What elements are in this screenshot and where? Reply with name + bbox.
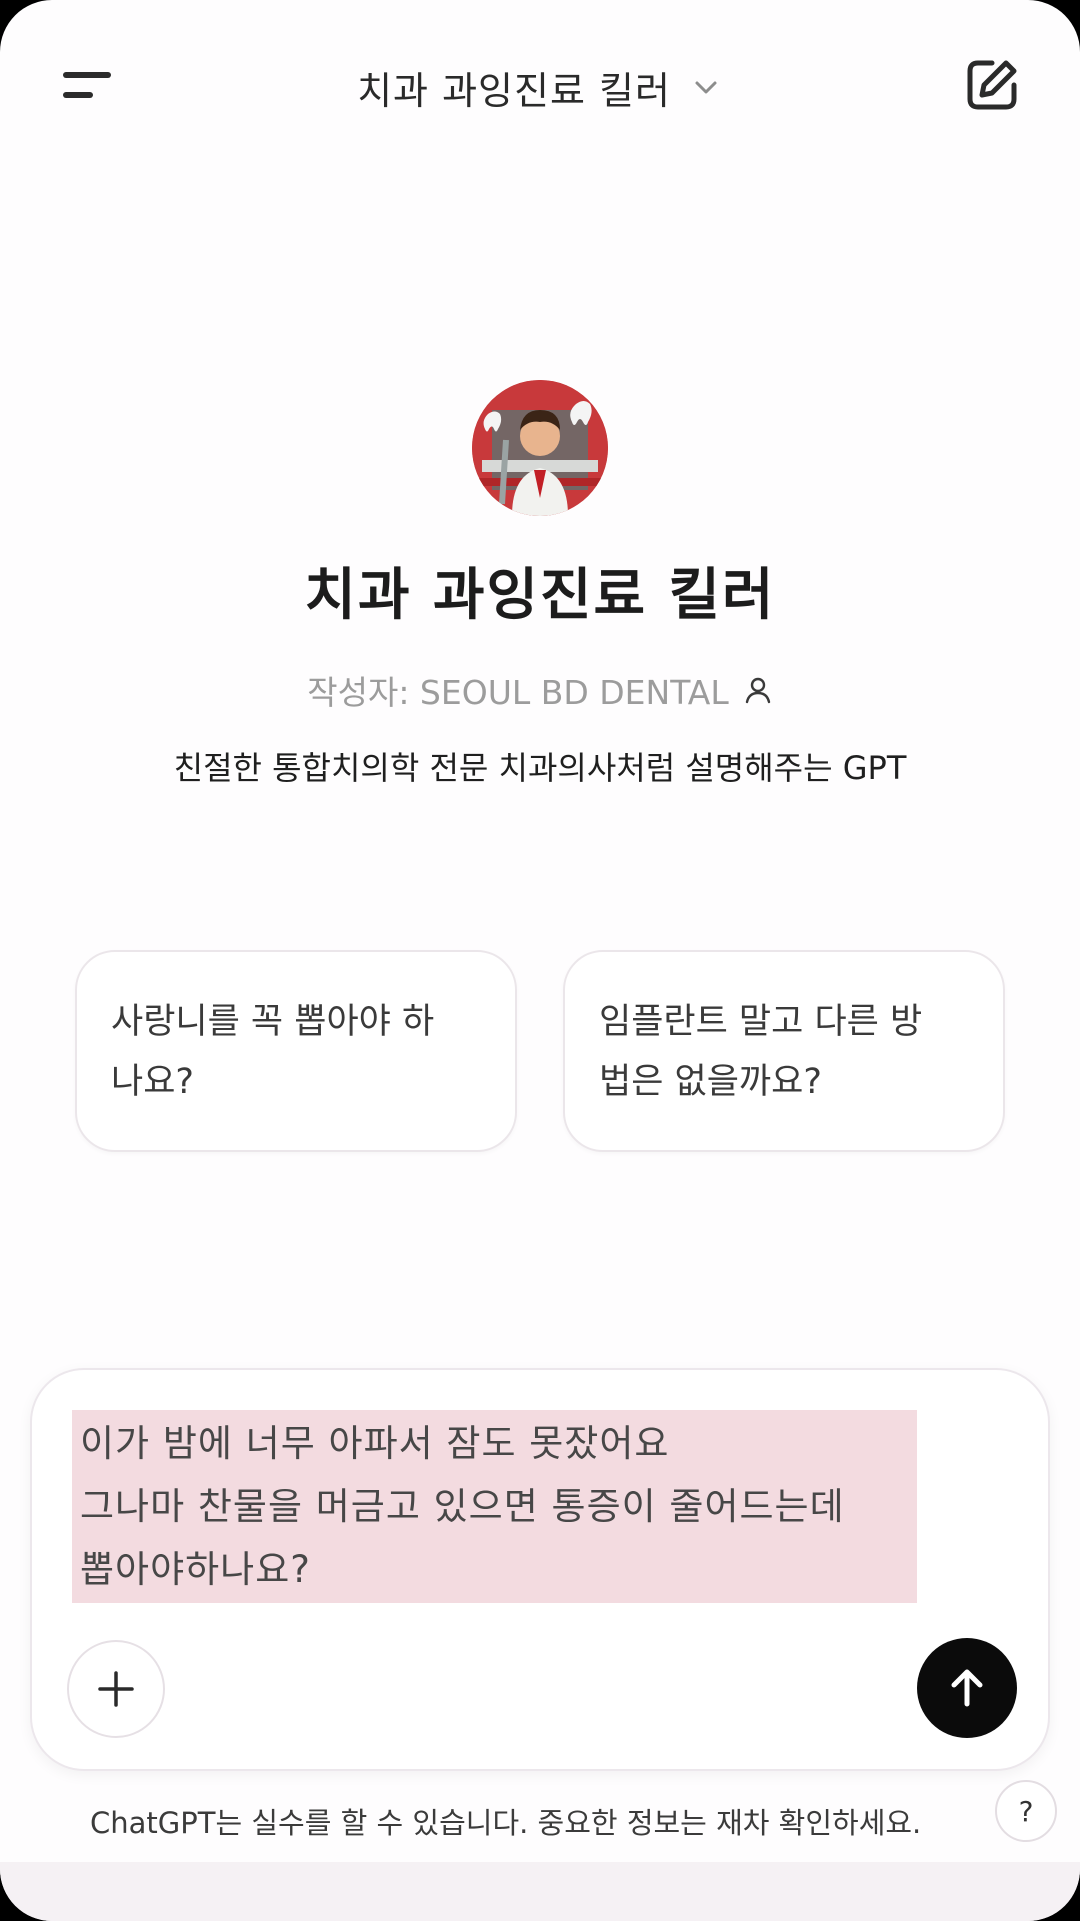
system-bottom-bar	[0, 1862, 1080, 1921]
message-input[interactable]: 이가 밤에 너무 아파서 잠도 못잤어요 그나마 찬물을 머금고 있으면 통증이…	[72, 1410, 917, 1603]
suggestion-line: 나요?	[111, 1062, 194, 1102]
suggestion-line: 사랑니를 꼭 뽑아야 하	[111, 1002, 435, 1042]
suggestion-card[interactable]: 사랑니를 꼭 뽑아야 하 나요?	[75, 950, 517, 1152]
gpt-avatar	[472, 380, 608, 516]
author-row: 작성자: SEOUL BD DENTAL	[0, 665, 1080, 715]
app-screen: 치과 과잉진료 킬러 치과 과잉진료 킬러 작성자: SEOUL BD DENT…	[0, 0, 1080, 1921]
message-composer: 이가 밤에 너무 아파서 잠도 못잤어요 그나마 찬물을 머금고 있으면 통증이…	[30, 1368, 1050, 1771]
help-button[interactable]: ?	[995, 1780, 1057, 1842]
chevron-down-icon	[695, 81, 717, 94]
disclaimer-text: ChatGPT는 실수를 할 수 있습니다. 중요한 정보는 재차 확인하세요.	[90, 1806, 922, 1840]
message-line: 뽑아야하나요?	[80, 1548, 311, 1591]
suggestion-line: 법은 없을까요?	[599, 1062, 822, 1102]
message-line: 그나마 찬물을 머금고 있으면 통증이 줄어드는데	[80, 1485, 845, 1528]
top-bar: 치과 과잉진료 킬러	[0, 0, 1080, 175]
attach-button[interactable]	[67, 1640, 165, 1738]
gpt-title-dropdown[interactable]: 치과 과잉진료 킬러	[0, 55, 1080, 119]
message-line: 이가 밤에 너무 아파서 잠도 못잤어요	[80, 1422, 670, 1465]
arrow-up-icon	[951, 1669, 983, 1707]
gpt-name: 치과 과잉진료 킬러	[304, 563, 776, 628]
header-title: 치과 과잉진료 킬러	[357, 68, 671, 113]
suggestion-card[interactable]: 임플란트 말고 다른 방 법은 없을까요?	[563, 950, 1005, 1152]
suggestion-line: 임플란트 말고 다른 방	[599, 1002, 923, 1042]
plus-icon	[98, 1671, 134, 1707]
person-icon	[745, 677, 770, 704]
send-button[interactable]	[917, 1638, 1017, 1738]
author-label: 작성자: SEOUL BD DENTAL	[307, 673, 729, 712]
edit-icon[interactable]	[962, 55, 1022, 115]
gpt-description: 친절한 통합치의학 전문 치과의사처럼 설명해주는 GPT	[173, 749, 907, 787]
